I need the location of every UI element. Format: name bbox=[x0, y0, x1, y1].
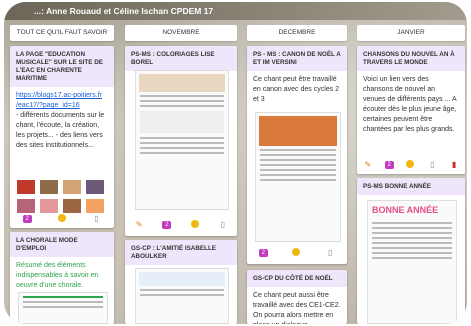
card-body: Résumé des éléments indispensables à sav… bbox=[16, 262, 99, 289]
document-icon[interactable]: ▯ bbox=[427, 160, 437, 170]
comment-badge-icon[interactable]: 2 bbox=[22, 215, 32, 223]
column-header-novembre[interactable]: NOVEMBRE bbox=[125, 25, 237, 41]
card-link[interactable]: https://blogs17.ac-poitiers.fr /eac17/?p… bbox=[16, 92, 102, 109]
thumbnail[interactable] bbox=[85, 179, 105, 195]
comment-badge-icon[interactable]: 2 bbox=[384, 161, 394, 169]
card-amitie[interactable]: GS-CP : L'AMITIÉ ISABELLE ABOULKER bbox=[125, 240, 237, 324]
thumbnail-gallery[interactable] bbox=[10, 176, 114, 217]
document-icon[interactable]: ▯ bbox=[92, 214, 102, 224]
card-body: Voici un lien vers des chansons de nouve… bbox=[363, 76, 457, 133]
card-body: Ce chant peut aussi être travaillé avec … bbox=[253, 292, 341, 324]
thumbnail[interactable] bbox=[16, 179, 36, 195]
card-chorale-mode-emploi[interactable]: LA CHORALE MODE D'EMPLOI Résumé des élém… bbox=[10, 232, 114, 324]
board-title: ...: Anne Rouaud et Céline Ischan CPDEM … bbox=[4, 2, 467, 20]
card-title: CHANSONS DU NOUVEL AN À TRAVERS LE MONDE bbox=[357, 46, 465, 71]
card-chansons-nouvel-an[interactable]: CHANSONS DU NOUVEL AN À TRAVERS LE MONDE… bbox=[357, 46, 465, 174]
card-body: https://blogs17.ac-poitiers.fr /eac17/?p… bbox=[10, 87, 114, 155]
card-actions: 2 ▯ bbox=[247, 246, 347, 260]
card-description: - différents documents sur le chant, l'é… bbox=[16, 112, 105, 149]
card-actions: ✎ 2 ▯ ▮ bbox=[357, 158, 465, 172]
thumbnail[interactable] bbox=[39, 179, 59, 195]
circle-icon[interactable] bbox=[57, 213, 67, 225]
card-title: PS-MS BONNE ANNÉE bbox=[357, 178, 465, 195]
trash-icon[interactable]: ▮ bbox=[449, 160, 459, 170]
card-actions: ✎ 2 ▯ bbox=[125, 218, 237, 232]
image-title: BONNE ANNÉE bbox=[372, 205, 439, 215]
card-title: PS-MS : COLORIAGES LISE BOREL bbox=[125, 46, 237, 71]
card-body: Ce chant peut être travaillé en canon av… bbox=[253, 76, 339, 103]
circle-icon[interactable] bbox=[190, 219, 200, 231]
comment-badge-icon[interactable]: 2 bbox=[258, 249, 268, 257]
column-header-decembre[interactable]: DECEMBRE bbox=[247, 25, 347, 41]
card-title: GS-CP DU CÔTÉ DE NOËL bbox=[247, 270, 347, 287]
card-actions: 2 ▯ bbox=[10, 212, 114, 226]
pencil-icon[interactable]: ✎ bbox=[363, 160, 373, 170]
comment-badge-icon[interactable]: 2 bbox=[162, 221, 172, 229]
document-preview[interactable] bbox=[255, 112, 341, 242]
document-icon[interactable]: ▯ bbox=[218, 220, 228, 230]
card-title: PS - MS : CANON DE NOËL A ET IM VERSINI bbox=[247, 46, 347, 71]
circle-icon[interactable] bbox=[405, 159, 415, 171]
document-preview[interactable] bbox=[135, 268, 229, 324]
circle-icon[interactable] bbox=[291, 247, 301, 259]
document-preview[interactable]: BONNE ANNÉE bbox=[367, 200, 457, 324]
card-bonne-annee[interactable]: PS-MS BONNE ANNÉE BONNE ANNÉE bbox=[357, 178, 465, 324]
padlet-board: ...: Anne Rouaud et Céline Ischan CPDEM … bbox=[4, 2, 467, 324]
document-icon[interactable]: ▯ bbox=[325, 248, 335, 258]
card-education-musicale[interactable]: LA PAGE "EDUCATION MUSICALE" SUR LE SITE… bbox=[10, 46, 114, 228]
card-title: GS-CP : L'AMITIÉ ISABELLE ABOULKER bbox=[125, 240, 237, 265]
card-cote-de-noel[interactable]: GS-CP DU CÔTÉ DE NOËL Ce chant peut auss… bbox=[247, 270, 347, 324]
pencil-icon[interactable]: ✎ bbox=[134, 220, 144, 230]
column-header-tout[interactable]: TOUT CE QU'IL FAUT SAVOIR bbox=[10, 25, 114, 41]
document-preview[interactable] bbox=[135, 70, 229, 210]
card-canon-de-noel[interactable]: PS - MS : CANON DE NOËL A ET IM VERSINI … bbox=[247, 46, 347, 264]
card-coloriages[interactable]: PS-MS : COLORIAGES LISE BOREL ✎ 2 ▯ bbox=[125, 46, 237, 236]
thumbnail[interactable] bbox=[62, 179, 82, 195]
card-title: LA CHORALE MODE D'EMPLOI bbox=[10, 232, 114, 257]
card-title: LA PAGE "EDUCATION MUSICALE" SUR LE SITE… bbox=[10, 46, 114, 87]
document-preview[interactable] bbox=[18, 292, 108, 324]
column-header-janvier[interactable]: JANVIER bbox=[357, 25, 465, 41]
